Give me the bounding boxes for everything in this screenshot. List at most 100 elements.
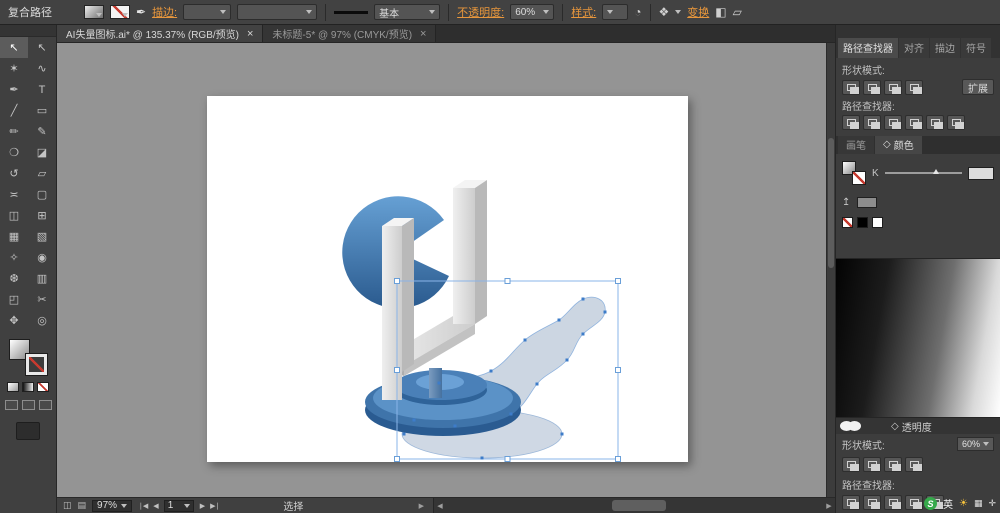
style-panel-link[interactable]: 样式:	[571, 4, 596, 20]
fullscreen-menu-mode-button[interactable]	[22, 400, 35, 410]
intersect-button[interactable]	[884, 80, 902, 95]
tool-blend[interactable]: ◉	[28, 247, 56, 268]
tab-transparency[interactable]: ◇透明度	[891, 419, 932, 434]
stroke-proxy[interactable]	[852, 171, 866, 185]
ime-settings-icon[interactable]: ✛	[988, 498, 996, 509]
trim-button-2[interactable]	[863, 495, 881, 510]
document-tab-2[interactable]: 未标题-5* @ 97% (CMYK/预览) ×	[263, 25, 436, 42]
tool-pen[interactable]: ✒	[0, 79, 28, 100]
tool-zoom[interactable]: ◎	[28, 310, 56, 331]
swap-colors-icon[interactable]: ↥	[842, 197, 850, 208]
scroll-left-icon[interactable]: ◀	[434, 502, 446, 510]
exclude-button[interactable]	[905, 80, 923, 95]
opacity-field[interactable]: 60%	[957, 437, 994, 451]
intersect-button-2[interactable]	[884, 457, 902, 472]
brush-definition-dropdown[interactable]: 基本	[374, 4, 440, 20]
tool-pencil[interactable]: ✎	[28, 121, 56, 142]
ime-keyboard-icon[interactable]: ▦	[974, 498, 983, 509]
gradient-preview[interactable]	[836, 258, 1000, 418]
scroll-right-icon[interactable]: ▶	[823, 502, 835, 510]
transform-panel-link[interactable]: 变换	[687, 4, 709, 20]
tool-rotate[interactable]: ↺	[0, 163, 28, 184]
document-tab-1[interactable]: AI失量图标.ai* @ 135.37% (RGB/预览) ×	[57, 25, 263, 42]
style-swatch-dropdown[interactable]	[602, 4, 628, 20]
unite-button-2[interactable]	[842, 457, 860, 472]
previous-artboard-button[interactable]: ◀	[153, 502, 157, 510]
none-button[interactable]	[37, 382, 49, 392]
tool-gradient[interactable]: ▧	[28, 226, 56, 247]
minus-front-button[interactable]	[863, 80, 881, 95]
tool-hand[interactable]: ✥	[0, 310, 28, 331]
next-artboard-button[interactable]: ▶	[200, 502, 204, 510]
fullscreen-mode-button[interactable]	[39, 400, 52, 410]
stroke-color-dropdown[interactable]	[110, 5, 130, 19]
toolbar-footer-button[interactable]	[16, 422, 40, 440]
stroke-panel-link[interactable]: 描边:	[152, 4, 177, 20]
tool-artboard[interactable]: ◰	[0, 289, 28, 310]
divide-button[interactable]	[842, 115, 860, 130]
tab-align[interactable]: 对齐	[899, 38, 929, 58]
width-profile-dropdown[interactable]	[237, 4, 317, 20]
tool-rectangle[interactable]: ▭	[28, 100, 56, 121]
none-swatch[interactable]	[842, 217, 853, 228]
fill-stroke-proxy[interactable]	[842, 161, 866, 185]
unite-button[interactable]	[842, 80, 860, 95]
tab-color[interactable]: ◇颜色	[875, 136, 922, 154]
tool-paintbrush[interactable]: ✏	[0, 121, 28, 142]
minus-front-button-2[interactable]	[863, 457, 881, 472]
align-options-icon[interactable]: ❖	[659, 6, 670, 18]
tool-type[interactable]: T	[28, 79, 56, 100]
canvas-area[interactable]	[57, 43, 835, 497]
vertical-scrollbar[interactable]	[826, 43, 835, 497]
gradient-button[interactable]	[22, 382, 34, 392]
trim-button[interactable]	[863, 115, 881, 130]
tool-width[interactable]: ≍	[0, 184, 28, 205]
vertical-scrollbar-thumb[interactable]	[828, 138, 834, 268]
tool-column-graph[interactable]: ▥	[28, 268, 56, 289]
recolor-artwork-icon[interactable]: ◔	[634, 6, 641, 18]
tool-direct-selection[interactable]: ↖	[28, 37, 56, 58]
close-tab-icon[interactable]: ×	[247, 28, 253, 40]
ime-logo-icon[interactable]: S	[924, 497, 937, 510]
tool-lasso[interactable]: ∿	[28, 58, 56, 79]
close-tab-icon[interactable]: ×	[420, 28, 426, 40]
horizontal-scrollbar-thumb[interactable]	[612, 500, 666, 511]
opacity-dropdown[interactable]: 60%	[510, 4, 554, 20]
tool-free-transform[interactable]: ▢	[28, 184, 56, 205]
tool-slice[interactable]: ✂	[28, 289, 56, 310]
horizontal-scrollbar[interactable]: ◀ ▶	[433, 498, 835, 513]
tool-selection[interactable]: ↖	[0, 37, 28, 58]
tool-blob-brush[interactable]: ❍	[0, 142, 28, 163]
outline-button[interactable]	[926, 115, 944, 130]
zoom-select[interactable]: 97%	[92, 500, 132, 512]
tab-symbols[interactable]: 符号	[961, 38, 991, 58]
isolate-icon[interactable]: ▱	[733, 6, 742, 18]
crop-button[interactable]	[905, 115, 923, 130]
tool-line-segment[interactable]: ╱	[0, 100, 28, 121]
opacity-panel-link[interactable]: 不透明度:	[457, 4, 504, 20]
k-value-field[interactable]	[968, 167, 994, 180]
arrange-icon[interactable]: ◧	[715, 6, 726, 18]
tool-symbol-sprayer[interactable]: ❆	[0, 268, 28, 289]
expand-button[interactable]: 扩展	[962, 79, 994, 95]
panel-grip[interactable]	[0, 25, 56, 37]
tab-stroke[interactable]: 描边	[930, 38, 960, 58]
minus-back-button[interactable]	[947, 115, 965, 130]
tool-scale[interactable]: ▱	[28, 163, 56, 184]
normal-screen-mode-button[interactable]	[5, 400, 18, 410]
first-artboard-button[interactable]: ❘◀	[138, 502, 147, 510]
last-color-chip[interactable]	[857, 197, 877, 208]
horizontal-scrollbar-track[interactable]	[446, 498, 823, 513]
tab-brushes[interactable]: 画笔	[838, 136, 874, 154]
merge-button[interactable]	[884, 115, 902, 130]
black-swatch[interactable]	[857, 217, 868, 228]
exclude-button-2[interactable]	[905, 457, 923, 472]
last-artboard-button[interactable]: ▶❘	[210, 502, 219, 510]
crop-button-2[interactable]	[905, 495, 923, 510]
tool-magic-wand[interactable]: ✶	[0, 58, 28, 79]
color-button[interactable]	[7, 382, 19, 392]
tool-shape-builder[interactable]: ◫	[0, 205, 28, 226]
tool-perspective-grid[interactable]: ⊞	[28, 205, 56, 226]
artboard[interactable]	[207, 96, 688, 462]
tool-mesh[interactable]: ▦	[0, 226, 28, 247]
